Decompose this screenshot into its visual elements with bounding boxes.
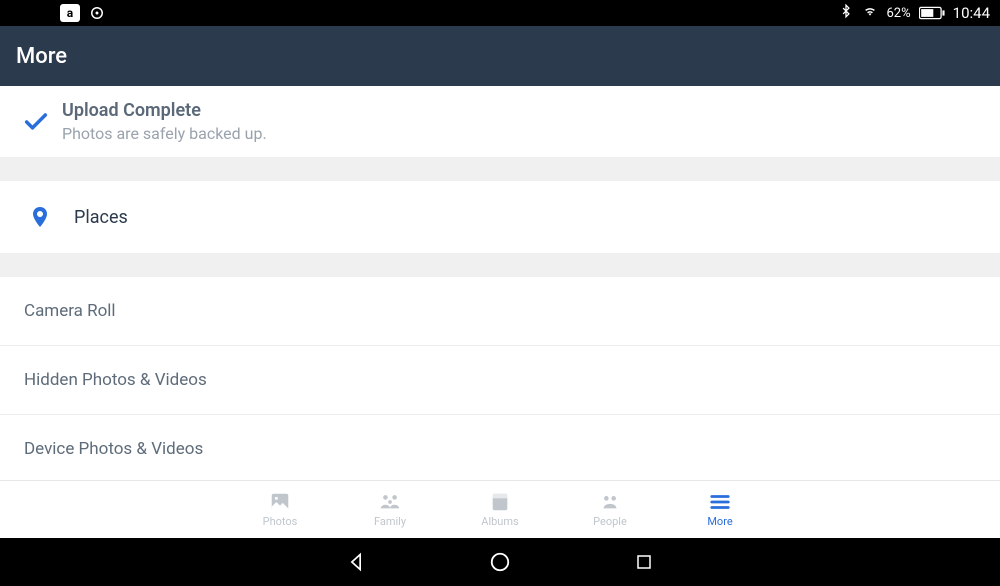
places-label: Places — [74, 207, 128, 228]
back-button[interactable] — [344, 550, 368, 574]
page-title: More — [16, 44, 67, 69]
content-area: Upload Complete Photos are safely backed… — [0, 86, 1000, 480]
list-item-label: Device Photos & Videos — [24, 439, 203, 459]
tab-photos[interactable]: Photos — [250, 491, 310, 528]
list-item-label: Hidden Photos & Videos — [24, 370, 207, 390]
disc-icon — [90, 6, 104, 20]
check-icon — [20, 108, 52, 136]
tab-label: Albums — [481, 515, 518, 528]
list-item-camera-roll[interactable]: Camera Roll — [0, 277, 1000, 345]
tab-people[interactable]: People — [580, 491, 640, 528]
upload-subtitle: Photos are safely backed up. — [62, 124, 980, 143]
tab-label: Family — [374, 515, 406, 528]
list-item-hidden[interactable]: Hidden Photos & Videos — [0, 345, 1000, 414]
bluetooth-icon — [839, 3, 853, 23]
bottom-tab-bar: Photos Family Albums People More — [0, 480, 1000, 538]
tab-label: People — [593, 515, 627, 528]
status-bar: a 62% 10:44 — [0, 0, 1000, 26]
app-header: More — [0, 26, 1000, 86]
recent-button[interactable] — [632, 550, 656, 574]
amazon-icon: a — [60, 4, 80, 22]
tab-more[interactable]: More — [690, 491, 750, 528]
places-row[interactable]: Places — [0, 181, 1000, 253]
battery-icon — [919, 6, 945, 20]
battery-percent: 62% — [887, 6, 911, 21]
wifi-icon — [861, 4, 879, 22]
clock: 10:44 — [953, 4, 990, 22]
list-item-label: Camera Roll — [24, 301, 116, 321]
pin-icon — [20, 203, 60, 231]
list-item-device[interactable]: Device Photos & Videos — [0, 414, 1000, 480]
tab-label: More — [707, 515, 732, 528]
tab-label: Photos — [263, 515, 298, 528]
upload-title: Upload Complete — [62, 100, 980, 121]
android-nav-bar — [0, 538, 1000, 586]
tab-albums[interactable]: Albums — [470, 491, 530, 528]
upload-status-row[interactable]: Upload Complete Photos are safely backed… — [0, 86, 1000, 157]
home-button[interactable] — [488, 550, 512, 574]
tab-family[interactable]: Family — [360, 491, 420, 528]
